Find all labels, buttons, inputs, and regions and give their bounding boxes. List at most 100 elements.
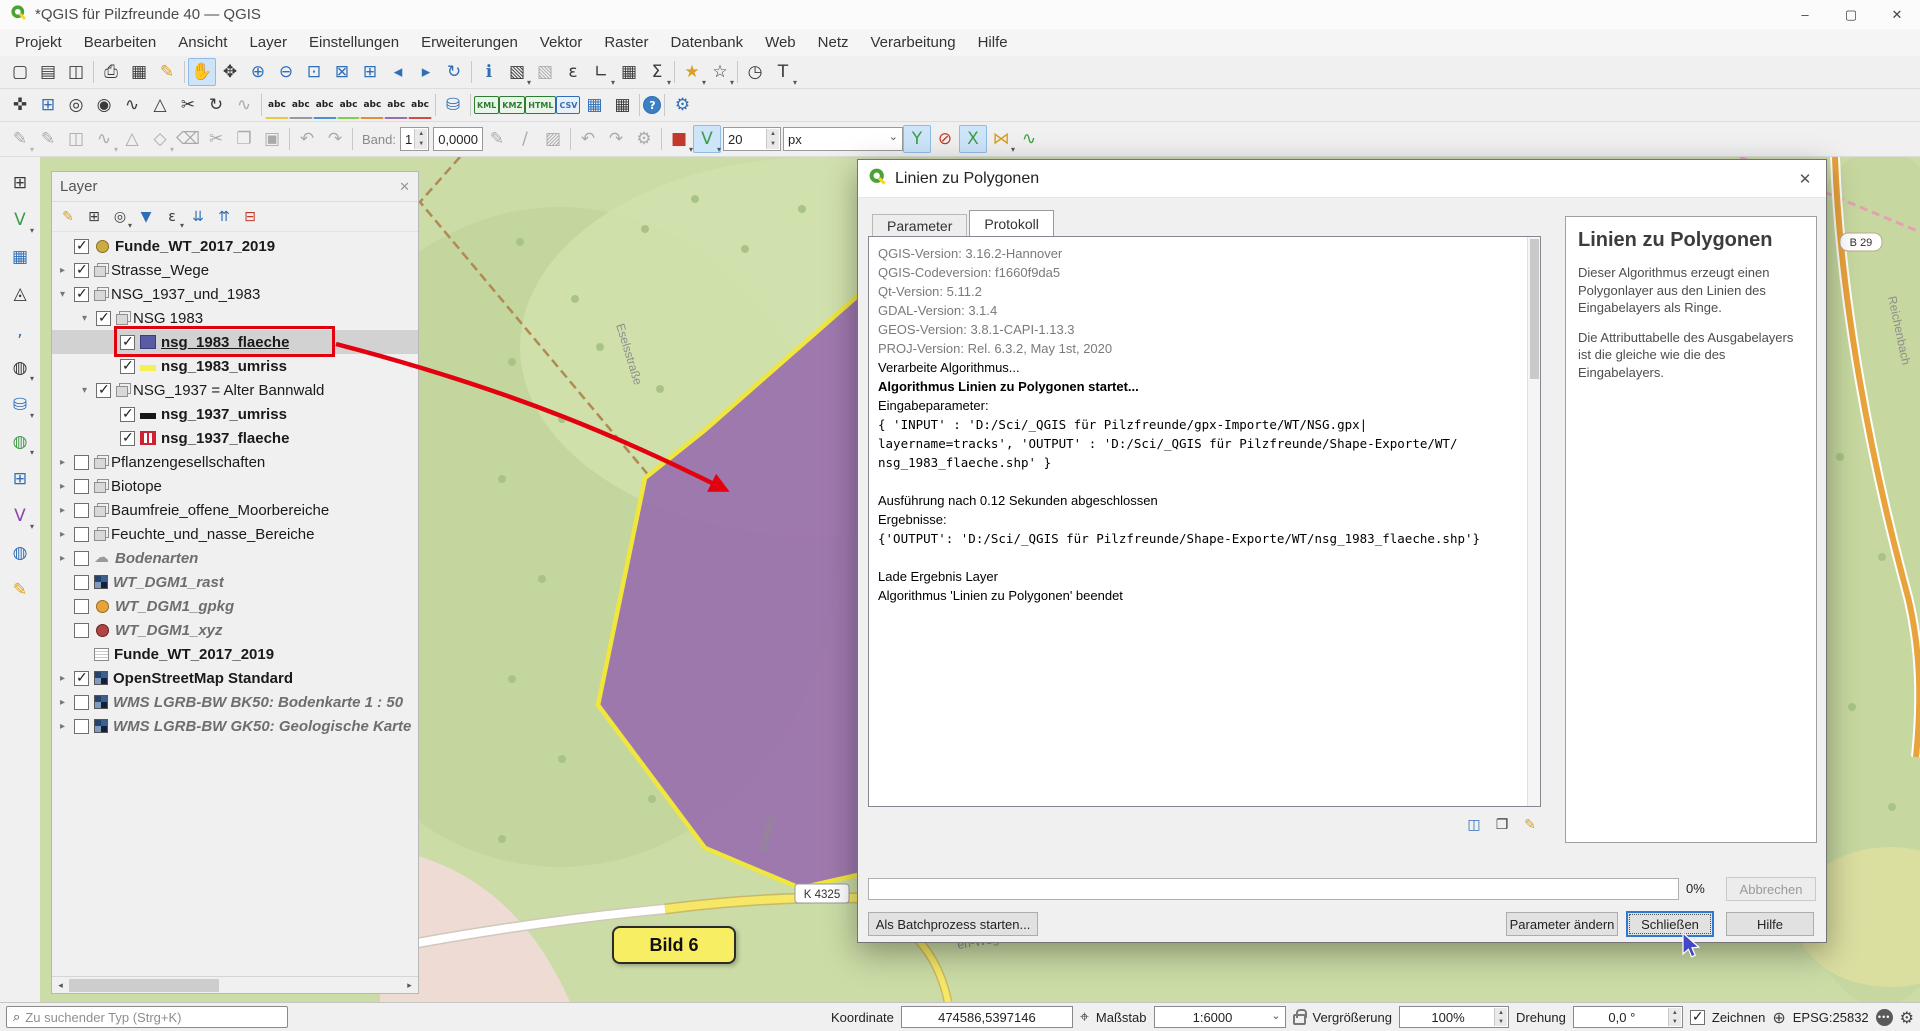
tab-protokoll[interactable]: Protokoll	[969, 210, 1053, 236]
lock-scale-icon[interactable]	[1293, 1014, 1306, 1025]
layer-visibility-checkbox[interactable]	[120, 431, 135, 446]
paint-bucket-icon[interactable]: ■	[665, 125, 693, 153]
layer-visibility-checkbox[interactable]	[74, 479, 89, 494]
filter-legend-icon[interactable]: ▼	[134, 205, 158, 229]
zoom-to-layer-icon[interactable]: ⊞	[356, 58, 384, 86]
measure-icon[interactable]: ∟	[587, 58, 615, 86]
cancel-button[interactable]: Abbrechen	[1726, 877, 1816, 901]
expand-all-icon[interactable]: ⇊	[186, 205, 210, 229]
menu-item[interactable]: Vektor	[529, 29, 594, 56]
snap-intersection-icon[interactable]: X	[959, 125, 987, 153]
label-pin-icon[interactable]: abc	[313, 91, 337, 119]
layer-item[interactable]: ▸ Biotope	[52, 474, 418, 498]
zoom-out-icon[interactable]: ⊖	[272, 58, 300, 86]
digitize-with-segment-icon[interactable]: ∿	[90, 125, 118, 153]
zoom-in-icon[interactable]: ⊕	[244, 58, 272, 86]
fill-ring-icon[interactable]: ◉	[90, 91, 118, 119]
add-delimited-text-layer-icon[interactable]: ,	[6, 317, 34, 345]
temporal-controller-icon[interactable]: ◷	[741, 58, 769, 86]
add-polygon-feature-icon[interactable]: △	[118, 125, 146, 153]
band-spinner[interactable]: 1▲▼	[400, 127, 429, 151]
close-button[interactable]: ✕	[1874, 0, 1920, 29]
coordinate-input[interactable]: 474586,5397146	[901, 1006, 1073, 1028]
layer-item[interactable]: ▾ NSG_1937_und_1983	[52, 282, 418, 306]
layers-panel-close-icon[interactable]: ✕	[399, 179, 410, 195]
zoom-last-icon[interactable]: ◂	[384, 58, 412, 86]
new-bookmark-icon[interactable]: ★	[678, 58, 706, 86]
layer-item[interactable]: nsg_1983_flaeche	[52, 330, 418, 354]
layer-visibility-checkbox[interactable]	[120, 407, 135, 422]
layer-visibility-checkbox[interactable]	[96, 383, 111, 398]
open-data-source-manager-icon[interactable]: ⊞	[6, 169, 34, 197]
layer-item[interactable]: ▸ WMS LGRB-BW BK50: Bodenkarte 1 : 50	[52, 690, 418, 714]
layer-item[interactable]: ▸ Feuchte_und_nasse_Bereiche	[52, 522, 418, 546]
scroll-left-icon[interactable]: ◂	[52, 980, 69, 991]
split-features-icon[interactable]: ✂	[174, 91, 202, 119]
menu-item[interactable]: Verarbeitung	[860, 29, 967, 56]
change-label-icon[interactable]: abc	[408, 91, 432, 119]
render-checkbox[interactable]	[1690, 1010, 1705, 1025]
expander-icon[interactable]: ▾	[56, 289, 69, 300]
redo-icon[interactable]: ↷	[321, 125, 349, 153]
layer-visibility-checkbox[interactable]	[74, 623, 89, 638]
simplify-feature-icon[interactable]: ∿	[230, 91, 258, 119]
layer-item[interactable]: nsg_1937_flaeche	[52, 426, 418, 450]
raster-settings-icon[interactable]: ⚙	[630, 125, 658, 153]
help-button[interactable]: Hilfe	[1726, 912, 1814, 936]
identify-features-icon[interactable]: ℹ	[475, 58, 503, 86]
layer-item[interactable]: Funde_WT_2017_2019	[52, 234, 418, 258]
magnifier-spinner[interactable]: 100%▲▼	[1399, 1006, 1509, 1028]
avoid-intersections-icon[interactable]: ⋈	[987, 125, 1015, 153]
raster-line-icon[interactable]: ∕	[511, 125, 539, 153]
toggle-editing-icon[interactable]: ✎	[34, 125, 62, 153]
layer-item[interactable]: ▸ Baumfreie_offene_Moorbereiche	[52, 498, 418, 522]
stroke-width-spinner[interactable]: 20▲▼	[723, 127, 781, 151]
tracing-icon[interactable]: ∿	[1015, 125, 1043, 153]
rotate-label-icon[interactable]: abc	[384, 91, 408, 119]
save-log-icon[interactable]: ◫	[1463, 814, 1485, 836]
crs-value[interactable]: EPSG:25832	[1793, 1010, 1869, 1025]
attribute-table-icon[interactable]: ▦	[615, 58, 643, 86]
expander-icon[interactable]: ▸	[56, 673, 69, 684]
menu-item[interactable]: Web	[754, 29, 807, 56]
change-parameters-button[interactable]: Parameter ändern	[1506, 912, 1618, 936]
layer-visibility-checkbox[interactable]	[74, 287, 89, 302]
layer-visibility-checkbox[interactable]	[74, 263, 89, 278]
pan-map-icon[interactable]: ✋	[188, 58, 216, 86]
add-ring-icon[interactable]: ◎	[62, 91, 90, 119]
open-layer-styling-icon[interactable]: ✎	[56, 205, 80, 229]
layer-item[interactable]: ▾ NSG 1983	[52, 306, 418, 330]
layer-visibility-checkbox[interactable]	[74, 719, 89, 734]
menu-item[interactable]: Bearbeiten	[73, 29, 168, 56]
stroke-unit-select[interactable]: px	[783, 127, 903, 151]
menu-item[interactable]: Erweiterungen	[410, 29, 529, 56]
add-virtual-layer-icon[interactable]: V	[6, 502, 34, 530]
undo-icon[interactable]: ↶	[293, 125, 321, 153]
log-output[interactable]: QGIS-Version: 3.16.2-Hannover QGIS-Codev…	[868, 236, 1541, 807]
log-vscrollbar[interactable]	[1527, 237, 1540, 806]
add-mesh-layer-icon[interactable]: ◬	[6, 280, 34, 308]
scale-select[interactable]: 1:6000	[1154, 1006, 1286, 1028]
run-as-batch-button[interactable]: Als Batchprozess starten...	[868, 912, 1038, 936]
layer-labeling-icon[interactable]: abc	[265, 91, 289, 119]
add-raster-layer-icon[interactable]: ▦	[6, 243, 34, 271]
maximize-button[interactable]: ▢	[1828, 0, 1874, 29]
collapse-all-icon[interactable]: ⇈	[212, 205, 236, 229]
menu-item[interactable]: Layer	[238, 29, 298, 56]
layout-manager-icon[interactable]: ▦	[125, 58, 153, 86]
georeferencer-icon[interactable]: ⊞	[34, 91, 62, 119]
filter-expression-icon[interactable]: ε	[160, 205, 184, 229]
expander-icon[interactable]: ▸	[56, 505, 69, 516]
show-bookmarks-icon[interactable]: ☆	[706, 58, 734, 86]
export-kml-icon[interactable]: KML	[474, 96, 499, 114]
layer-item[interactable]: ▸ Strasse_Wege	[52, 258, 418, 282]
layer-visibility-checkbox[interactable]	[96, 311, 111, 326]
vertex-tool-icon[interactable]: ◇	[146, 125, 174, 153]
locator-search-input[interactable]: ⌕ Zu suchender Typ (Strg+K)	[6, 1006, 288, 1028]
expander-icon[interactable]: ▸	[56, 721, 69, 732]
layer-visibility-checkbox[interactable]	[74, 599, 89, 614]
manage-map-themes-icon[interactable]: ◎	[108, 205, 132, 229]
dialog-close-icon[interactable]: ✕	[1794, 170, 1816, 188]
select-features-icon[interactable]: ▧	[503, 58, 531, 86]
grid-icon[interactable]: ▦	[608, 91, 636, 119]
